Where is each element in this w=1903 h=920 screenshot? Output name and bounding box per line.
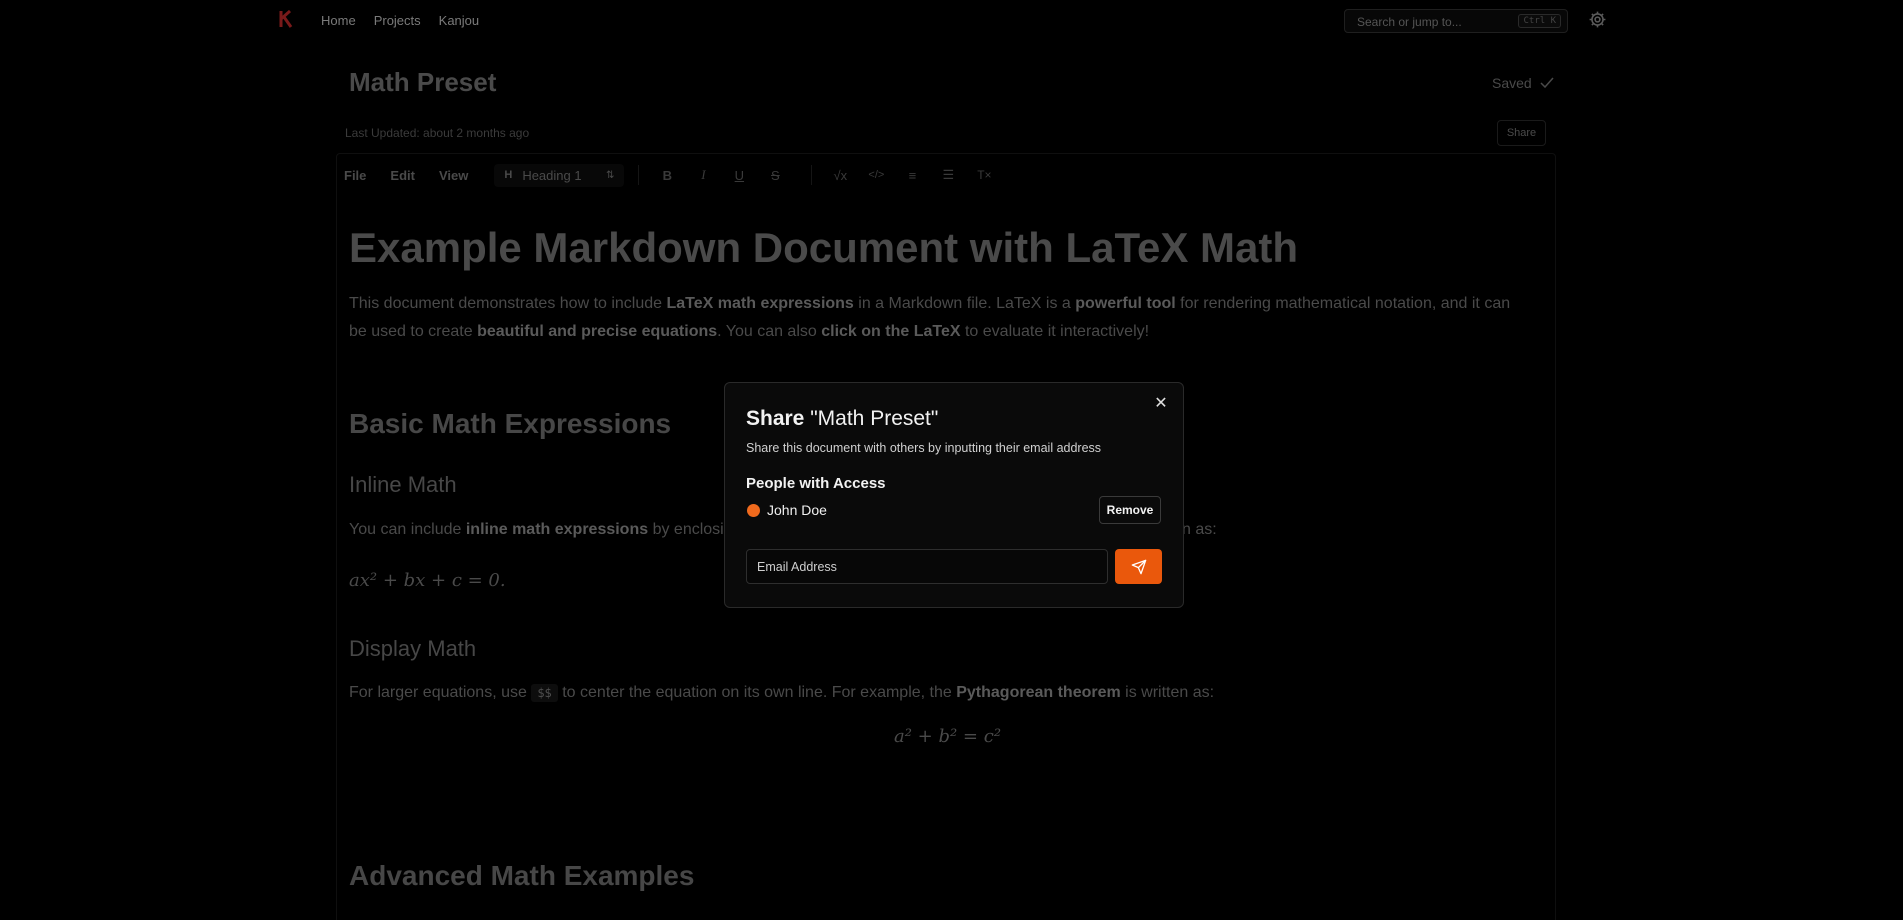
- math-icon[interactable]: √x: [826, 168, 854, 183]
- document-title[interactable]: Math Preset: [349, 67, 496, 98]
- nav-link-home[interactable]: Home: [321, 13, 356, 28]
- inline-math-paragraph-tail: n as:: [1182, 521, 1217, 538]
- share-dialog: ✕ Share "Math Preset" Share this documen…: [724, 382, 1184, 608]
- menu-edit[interactable]: Edit: [390, 168, 415, 183]
- underline-icon[interactable]: U: [725, 168, 753, 183]
- heading-display-math: Display Math: [349, 636, 477, 661]
- send-icon: [1131, 559, 1146, 574]
- display-math-example[interactable]: a² + b² = c²: [894, 726, 1001, 747]
- save-status-label: Saved: [1492, 75, 1532, 91]
- heading-basic-math: Basic Math Expressions: [349, 408, 672, 439]
- search-input[interactable]: Search or jump to... Ctrl K: [1344, 9, 1568, 33]
- share-dialog-title: Share "Math Preset": [746, 407, 938, 431]
- heading-select-value: Heading 1: [522, 167, 582, 183]
- bullet-list-icon[interactable]: ≡: [898, 168, 926, 183]
- heading-icon: H: [504, 169, 513, 181]
- send-button[interactable]: [1115, 549, 1162, 584]
- select-arrows-icon: ⇅: [605, 169, 615, 181]
- people-with-access-heading: People with Access: [746, 475, 886, 492]
- italic-icon[interactable]: I: [689, 167, 717, 183]
- nav-links: Home Projects Kanjou: [321, 13, 479, 28]
- save-status: Saved: [1492, 75, 1554, 91]
- inline-math-paragraph: You can include inline math expressions …: [349, 521, 724, 538]
- clear-format-icon[interactable]: T×: [970, 168, 998, 182]
- display-math-paragraph: For larger equations, use $$ to center t…: [349, 684, 1215, 702]
- last-updated-text: Last Updated: about 2 months ago: [345, 126, 530, 140]
- heading-select[interactable]: H Heading 1 ⇅: [494, 163, 625, 187]
- check-icon: [1540, 77, 1554, 89]
- share-dialog-subtitle: Share this document with others by input…: [746, 441, 1102, 455]
- person-name: John Doe: [767, 502, 827, 518]
- email-field[interactable]: [746, 549, 1108, 584]
- intro-paragraph: This document demonstrates how to includ…: [349, 295, 1511, 340]
- kanjou-logo-icon[interactable]: [279, 9, 293, 29]
- share-dialog-title-document: "Math Preset": [810, 407, 939, 430]
- heading-inline-math: Inline Math: [349, 472, 457, 497]
- avatar: [747, 504, 760, 517]
- bold-icon[interactable]: B: [653, 168, 681, 183]
- remove-button[interactable]: Remove: [1099, 496, 1161, 524]
- close-icon[interactable]: ✕: [1152, 395, 1170, 413]
- strikethrough-icon[interactable]: S: [761, 168, 789, 183]
- toolbar-divider: [811, 165, 813, 185]
- share-button[interactable]: Share: [1497, 120, 1546, 146]
- editor-toolbar: File Edit View H Heading 1 ⇅ B I U S √x …: [344, 160, 1006, 190]
- search-shortcut-badge: Ctrl K: [1518, 14, 1561, 28]
- menu-file[interactable]: File: [344, 168, 366, 183]
- toolbar-divider: [638, 165, 640, 185]
- share-dialog-title-prefix: Share: [746, 407, 805, 430]
- numbered-list-icon[interactable]: ☰: [934, 167, 962, 183]
- top-navbar: Home Projects Kanjou Search or jump to..…: [0, 0, 1903, 40]
- inline-code: $$: [531, 684, 558, 702]
- nav-link-kanjou[interactable]: Kanjou: [439, 13, 479, 28]
- menu-view[interactable]: View: [439, 168, 468, 183]
- heading-advanced-math: Advanced Math Examples: [349, 860, 695, 891]
- heading-1: Example Markdown Document with LaTeX Mat…: [349, 224, 1299, 271]
- search-placeholder: Search or jump to...: [1357, 15, 1462, 29]
- gear-icon[interactable]: [1588, 10, 1607, 29]
- inline-math-example[interactable]: ax² + bx + c = 0.: [349, 570, 506, 591]
- code-icon[interactable]: </>: [862, 169, 890, 181]
- nav-link-projects[interactable]: Projects: [374, 13, 421, 28]
